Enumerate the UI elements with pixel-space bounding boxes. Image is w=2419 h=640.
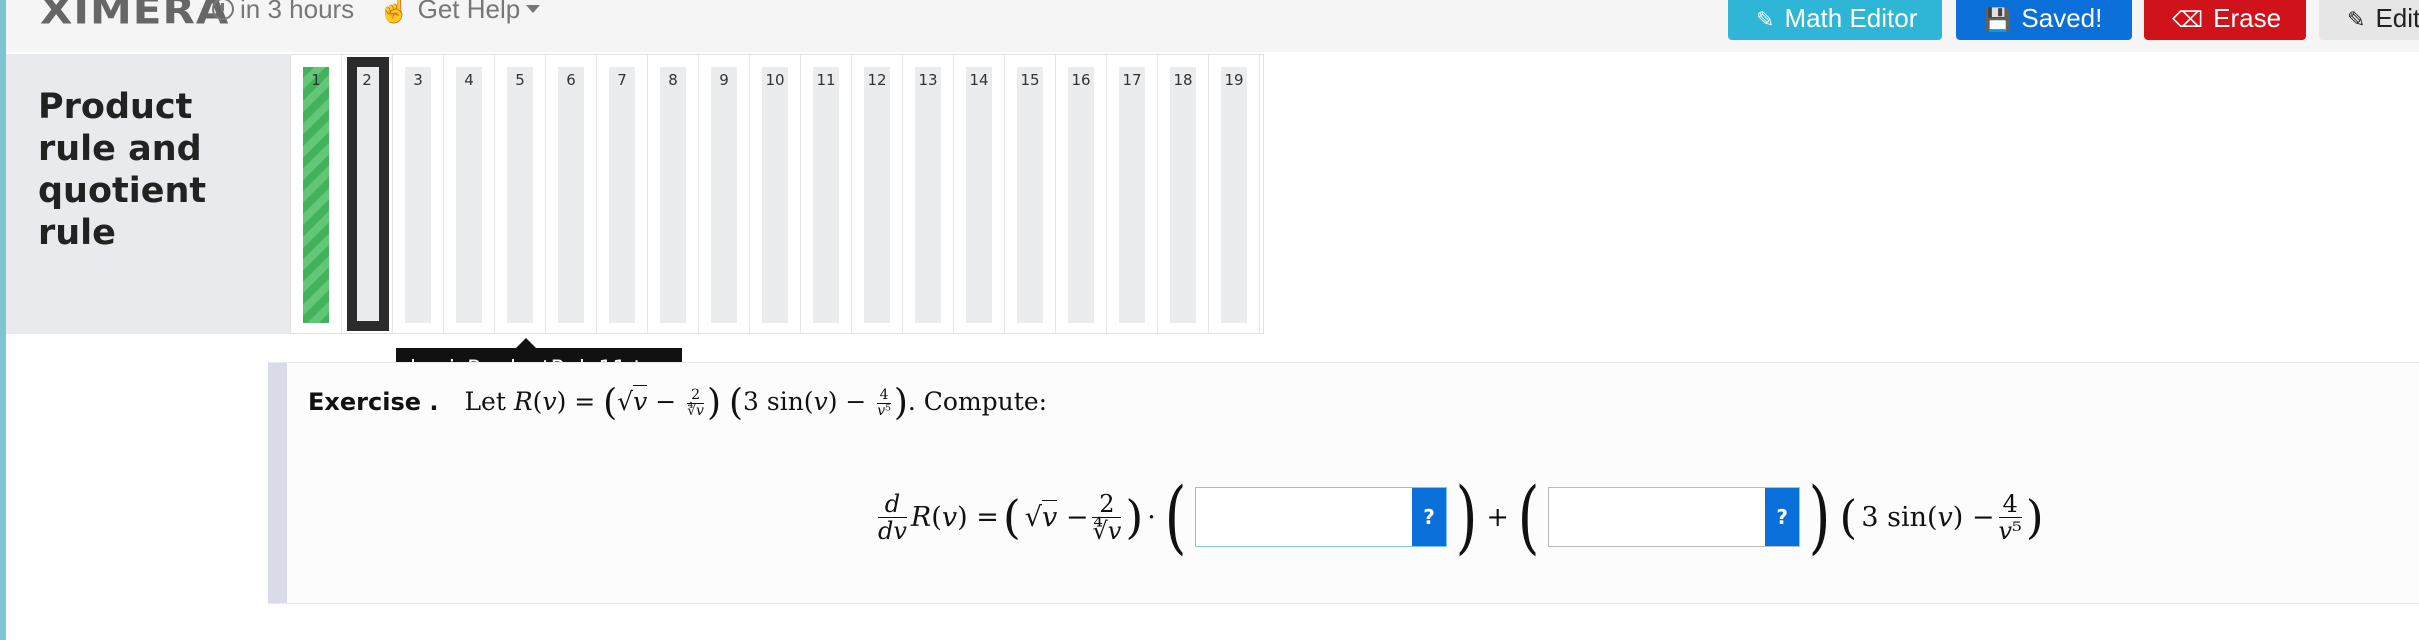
activity-progress-bar xyxy=(864,67,890,323)
activity-progress-bar xyxy=(660,67,686,323)
activity-number: 3 xyxy=(413,71,423,89)
page-title: Product rule and quotient rule xyxy=(38,87,207,253)
pencil-icon: ✎ xyxy=(2347,7,2366,32)
activity-number: 10 xyxy=(765,71,785,89)
activity-tab-18[interactable]: 18 xyxy=(1158,55,1209,333)
activity-tab-16[interactable]: 16 xyxy=(1056,55,1107,333)
exercise-panel: Exercise . Let R(v) = (√v − 2 ∜v) (3 sin(… xyxy=(268,362,2419,604)
activity-progress-bar xyxy=(558,67,584,323)
answer-box-1: ? xyxy=(1195,487,1448,547)
activity-number: 17 xyxy=(1122,71,1142,89)
answer-input-1[interactable] xyxy=(1196,488,1413,546)
activity-progress-bar xyxy=(609,67,635,323)
activity-progress-bar xyxy=(762,67,788,323)
activity-number: 11 xyxy=(816,71,836,89)
activity-progress-bar xyxy=(303,67,329,323)
activity-number: 16 xyxy=(1071,71,1091,89)
ximera-logo[interactable]: XIMERA xyxy=(40,0,229,33)
math-editor-label: Math Editor xyxy=(1784,3,1918,33)
compute-word: . Compute: xyxy=(907,387,1048,416)
math-editor-button[interactable]: ✎ Math Editor xyxy=(1728,0,1942,40)
activity-progress-bar xyxy=(915,67,941,323)
get-help-dropdown[interactable]: ☝ Get Help xyxy=(378,0,541,25)
activity-tab-19[interactable]: 19 xyxy=(1209,55,1260,333)
activity-progress-bar xyxy=(1068,67,1094,323)
edit-label: Edit xyxy=(2375,3,2419,33)
time-remaining-label: in 3 hours xyxy=(240,0,355,24)
activity-progress-bar xyxy=(1221,67,1247,323)
saved-button[interactable]: 💾 Saved! xyxy=(1956,0,2132,40)
activity-tab-9[interactable]: 9 xyxy=(699,55,750,333)
activity-tab-15[interactable]: 15 xyxy=(1005,55,1056,333)
pencil-icon: ✎ xyxy=(1756,7,1775,32)
activity-number: 8 xyxy=(668,71,678,89)
exercise-accent-bar xyxy=(268,363,287,603)
activity-number: 6 xyxy=(566,71,576,89)
activity-tab-13[interactable]: 13 xyxy=(903,55,954,333)
get-help-label: Get Help xyxy=(417,0,521,24)
answer-input-2[interactable] xyxy=(1549,488,1766,546)
eraser-icon: ⌫ xyxy=(2172,7,2204,32)
activity-progress-bar xyxy=(966,67,992,323)
activity-number: 15 xyxy=(1020,71,1040,89)
let-word: Let xyxy=(464,387,506,416)
activity-tab-17[interactable]: 17 xyxy=(1107,55,1158,333)
activity-progress-bar xyxy=(1017,67,1043,323)
saved-label: Saved! xyxy=(2021,3,2103,33)
activity-progress-bar xyxy=(347,57,389,331)
erase-label: Erase xyxy=(2213,3,2282,33)
activity-tab-8[interactable]: 8 xyxy=(648,55,699,333)
activity-progress-bar xyxy=(507,67,533,323)
activity-progress-bar xyxy=(456,67,482,323)
activity-number: 18 xyxy=(1173,71,1193,89)
erase-button[interactable]: ⌫ Erase xyxy=(2144,0,2306,40)
activity-number: 7 xyxy=(617,71,627,89)
activity-number: 12 xyxy=(867,71,887,89)
activity-tab-11[interactable]: 11 xyxy=(801,55,852,333)
activity-strip: 1 2 3 4 5 6 7 8 9 10 11 12 13 14 15 16 17 18 19 xyxy=(290,54,1264,334)
hand-pointer-icon: ☝ xyxy=(378,0,411,24)
activity-progress-bar xyxy=(405,67,431,323)
activity-tab-10[interactable]: 10 xyxy=(750,55,801,333)
activity-tab-3[interactable]: 3 xyxy=(393,55,444,333)
time-remaining: in 3 hours xyxy=(212,0,354,25)
top-bar: XIMERA in 3 hours ☝ Get Help ✎ Math Edito… xyxy=(6,0,2419,52)
activity-tab-1[interactable]: 1 xyxy=(291,55,342,333)
activity-progress-bar xyxy=(813,67,839,323)
save-icon: 💾 xyxy=(1984,7,2012,32)
answer-help-button-1[interactable]: ? xyxy=(1412,488,1447,546)
answer-box-2: ? xyxy=(1548,487,1801,547)
activity-number: 1 xyxy=(311,71,321,89)
exercise-statement: Exercise . Let R(v) = (√v − 2 ∜v) (3 sin(… xyxy=(308,382,1048,424)
activity-tab-2[interactable]: 2 xyxy=(342,55,393,333)
clock-icon xyxy=(212,0,234,20)
chevron-down-icon xyxy=(526,5,541,13)
activity-number: 2 xyxy=(362,71,372,89)
activity-progress-bar xyxy=(1170,67,1196,323)
activity-number: 19 xyxy=(1224,71,1244,89)
activity-tab-4[interactable]: 4 xyxy=(444,55,495,333)
activity-tab-12[interactable]: 12 xyxy=(852,55,903,333)
activity-tab-7[interactable]: 7 xyxy=(597,55,648,333)
activity-tab-6[interactable]: 6 xyxy=(546,55,597,333)
activity-progress-bar xyxy=(711,67,737,323)
activity-tab-14[interactable]: 14 xyxy=(954,55,1005,333)
activity-tab-5[interactable]: 5 xyxy=(495,55,546,333)
activity-number: 13 xyxy=(918,71,938,89)
exercise-label: Exercise . xyxy=(308,388,439,416)
activity-number: 14 xyxy=(969,71,989,89)
activity-number: 9 xyxy=(719,71,729,89)
header-band: Product rule and quotient rule xyxy=(6,54,290,334)
answer-help-button-2[interactable]: ? xyxy=(1765,488,1800,546)
derivative-equation: d dv R(v) = ( √v − 2 ∜v ) · ( ? ) + ( ? ) … xyxy=(878,470,2044,563)
activity-progress-bar xyxy=(1119,67,1145,323)
activity-number: 4 xyxy=(464,71,474,89)
activity-number: 5 xyxy=(515,71,525,89)
edit-button[interactable]: ✎ Edit xyxy=(2319,0,2419,40)
